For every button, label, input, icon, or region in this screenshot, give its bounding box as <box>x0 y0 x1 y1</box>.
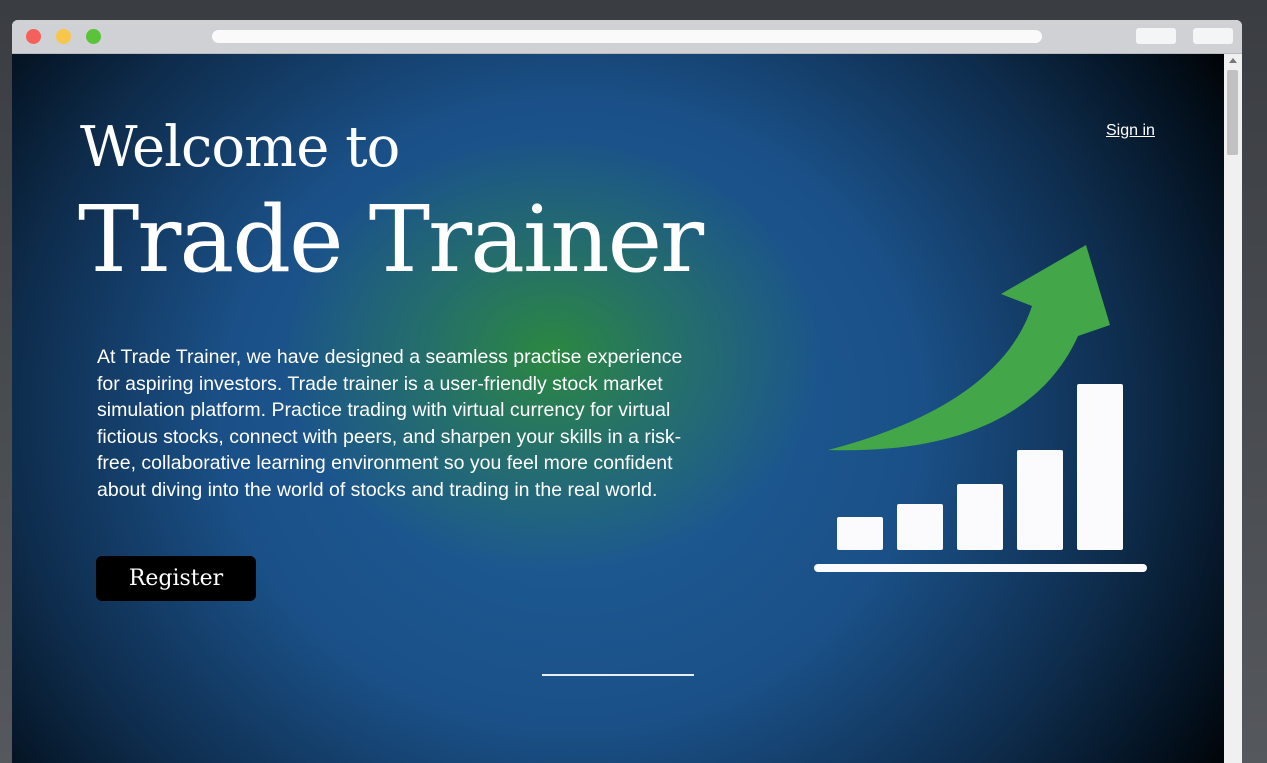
growth-bar <box>1077 384 1123 550</box>
address-bar[interactable] <box>212 30 1042 43</box>
scrollbar-thumb[interactable] <box>1227 70 1238 155</box>
growth-chart-arrow-icon <box>814 245 1147 572</box>
close-window-button[interactable] <box>26 29 41 44</box>
browser-control-button[interactable] <box>1136 28 1176 44</box>
growth-bar <box>1017 450 1063 550</box>
scroll-up-arrow-icon[interactable] <box>1229 58 1237 63</box>
minimize-window-button[interactable] <box>56 29 71 44</box>
growth-bar <box>897 504 943 550</box>
growth-arrow-shape <box>828 245 1110 451</box>
register-button[interactable]: Register <box>96 556 256 601</box>
welcome-heading: Welcome to <box>80 115 400 180</box>
page-viewport: Sign in Welcome to Trade Trainer At Trad… <box>12 54 1224 763</box>
browser-titlebar <box>12 20 1242 54</box>
browser-window: Sign in Welcome to Trade Trainer At Trad… <box>12 20 1242 763</box>
chart-baseline <box>814 564 1147 572</box>
growth-bar <box>837 517 883 550</box>
sign-in-link[interactable]: Sign in <box>1106 122 1155 140</box>
growth-bar <box>957 484 1003 550</box>
section-divider <box>542 674 694 676</box>
intro-paragraph: At Trade Trainer, we have designed a sea… <box>97 346 683 501</box>
vertical-scrollbar[interactable] <box>1224 54 1242 763</box>
browser-control-button[interactable] <box>1193 28 1233 44</box>
maximize-window-button[interactable] <box>86 29 101 44</box>
brand-title: Trade Trainer <box>78 186 704 293</box>
